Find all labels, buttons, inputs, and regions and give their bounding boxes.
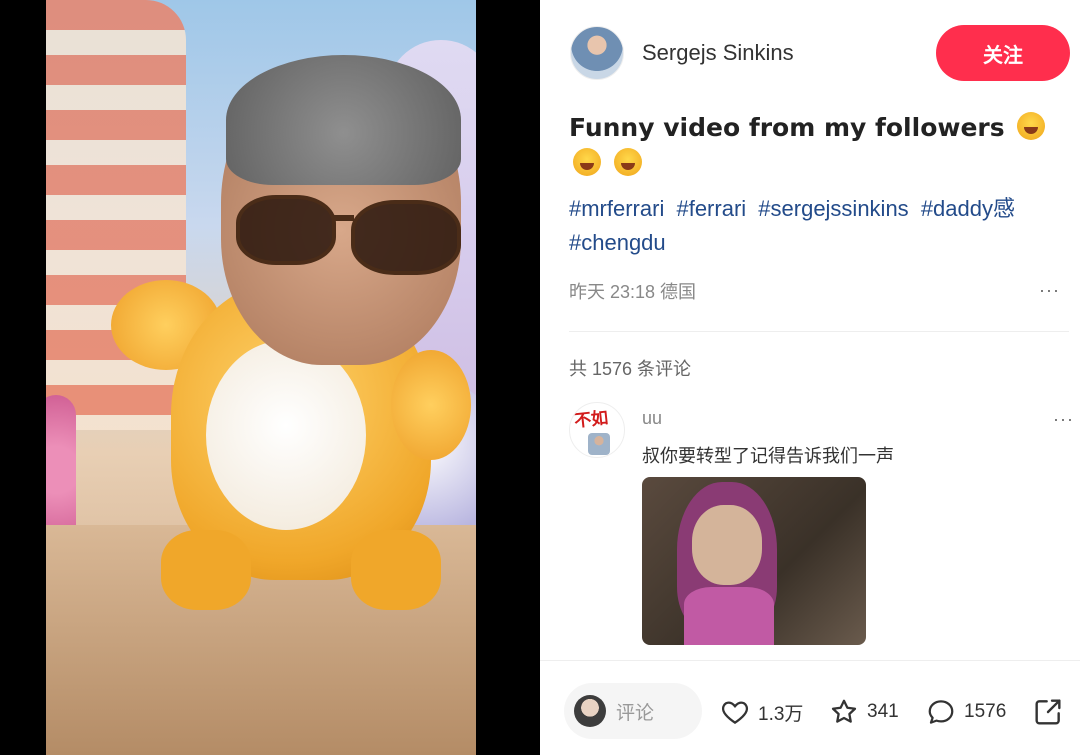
post-title-text: Funny video from my followers: [569, 113, 1005, 142]
hashtag-link[interactable]: #chengdu: [569, 230, 666, 255]
star-icon: [831, 699, 857, 723]
avatar-logo-text: 不如: [573, 408, 610, 432]
author-avatar[interactable]: [570, 26, 624, 80]
post-date-location: 昨天 23:18 德国: [569, 282, 697, 302]
sunglasses-right-lens: [351, 200, 461, 275]
post-more-menu-icon[interactable]: ···: [1039, 280, 1060, 301]
comment-more-menu-icon[interactable]: ···: [1053, 409, 1074, 430]
post-title: Funny video from my followers: [569, 110, 1059, 182]
hashtag-link[interactable]: #sergejssinkins: [758, 196, 908, 221]
commenter-name[interactable]: uu: [642, 408, 662, 429]
commenter-avatar[interactable]: 不如: [569, 402, 625, 458]
hashtag-link[interactable]: #mrferrari: [569, 196, 664, 221]
my-avatar: [574, 695, 606, 727]
share-icon[interactable]: [1032, 696, 1064, 728]
bottom-action-bar: 评论 1.3万 341 1576: [540, 660, 1080, 755]
comment-total: 1576: [964, 701, 1007, 722]
background-cactus: [46, 395, 76, 545]
comment-input[interactable]: 评论: [564, 683, 702, 739]
tears-of-joy-emoji-icon: [613, 148, 642, 176]
comment-image[interactable]: [642, 477, 866, 645]
post-detail-panel: Sergejs Sinkins 关注 Funny video from my f…: [540, 0, 1080, 755]
author-name[interactable]: Sergejs Sinkins: [642, 40, 794, 66]
tears-of-joy-emoji-icon: [573, 148, 601, 176]
sunglasses-left-lens: [236, 195, 336, 265]
comment-button[interactable]: 1576: [926, 697, 1006, 727]
media-panel: [0, 0, 540, 755]
post-tags: #mrferrari #ferrari #sergejssinkins #dad…: [569, 192, 1069, 260]
character-hair: [226, 55, 461, 185]
sunglasses-bridge: [332, 215, 354, 221]
comment-input-placeholder: 评论: [616, 702, 655, 724]
like-button[interactable]: 1.3万: [720, 697, 803, 727]
collect-button[interactable]: 341: [829, 697, 899, 727]
divider: [569, 331, 1069, 332]
heart-icon: [722, 701, 748, 724]
avatar-photo: [588, 433, 610, 455]
comment-bubble-icon: [928, 700, 954, 724]
comment-text: 叔你要转型了记得告诉我们一声: [642, 446, 894, 466]
tears-of-joy-emoji-icon: [1017, 112, 1046, 140]
like-count: 1.3万: [758, 703, 804, 725]
author-info[interactable]: Sergejs Sinkins: [570, 26, 794, 80]
comment-count: 共 1576 条评论: [569, 359, 692, 379]
hashtag-link[interactable]: #daddy感: [921, 196, 1015, 221]
hashtag-link[interactable]: #ferrari: [676, 196, 746, 221]
video-player[interactable]: [46, 0, 476, 755]
follow-button[interactable]: 关注: [936, 25, 1070, 81]
collect-count: 341: [867, 701, 899, 722]
